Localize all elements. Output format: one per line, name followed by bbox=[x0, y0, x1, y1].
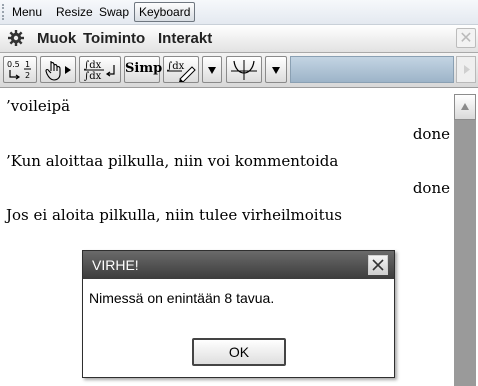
toolbar: 0.5 1 2 ∫dx ∫dx Simp ∫dx bbox=[0, 53, 478, 88]
close-icon[interactable] bbox=[368, 255, 388, 275]
integral-fraction-icon: ∫dx ∫dx bbox=[84, 60, 115, 82]
svg-text:∫dx: ∫dx bbox=[167, 61, 185, 72]
triangle-down-icon bbox=[208, 67, 216, 74]
gear-icon[interactable] bbox=[7, 29, 25, 47]
integral-button[interactable]: ∫dx ∫dx bbox=[79, 56, 121, 83]
triangle-up-icon bbox=[461, 103, 469, 110]
toolbar-scroll-right-button[interactable] bbox=[456, 56, 476, 83]
menu-item-menu[interactable]: Menu bbox=[12, 4, 42, 20]
menu-item-resize[interactable]: Resize bbox=[56, 4, 93, 20]
scroll-up-button[interactable] bbox=[454, 94, 476, 120]
simplify-button[interactable]: Simp bbox=[124, 56, 163, 83]
result-line-2: done bbox=[412, 179, 450, 197]
top-menubar: Menu Resize Swap Keyboard bbox=[0, 0, 478, 25]
hand-play-icon bbox=[45, 61, 71, 81]
svg-text:0.5: 0.5 bbox=[7, 60, 20, 69]
menu-item-swap[interactable]: Swap bbox=[99, 4, 129, 20]
menubar-grip bbox=[2, 4, 8, 20]
menu-item-keyboard[interactable]: Keyboard bbox=[134, 2, 196, 22]
svg-text:1: 1 bbox=[25, 60, 30, 69]
result-line-1: done bbox=[412, 125, 450, 143]
dialog-titlebar: VIRHE! bbox=[83, 251, 394, 279]
dialog-title: VIRHE! bbox=[92, 257, 139, 273]
close-x-glyph bbox=[372, 259, 384, 271]
simplify-label: Simp bbox=[125, 61, 163, 76]
input-line-2[interactable]: ’Kun aloittaa pilkulla, niin voi komment… bbox=[6, 151, 338, 171]
classpad-window: Menu Resize Swap Keyboard Muok Toiminto … bbox=[0, 0, 478, 386]
menu-muok[interactable]: Muok bbox=[37, 29, 76, 48]
execute-button[interactable] bbox=[40, 56, 76, 83]
menu-toiminto[interactable]: Toiminto bbox=[83, 29, 145, 48]
menu-interakt[interactable]: Interakt bbox=[158, 29, 212, 48]
dropdown-button-1[interactable] bbox=[202, 56, 222, 83]
dialog-message: Nimessä on enintään 8 tavua. bbox=[89, 290, 275, 306]
error-dialog: VIRHE! Nimessä on enintään 8 tavua. OK bbox=[82, 250, 395, 378]
integral-edit-button[interactable]: ∫dx bbox=[163, 56, 199, 83]
input-line-3[interactable]: Jos ei aloita pilkulla, niin tulee virhe… bbox=[6, 205, 342, 225]
input-line-1[interactable]: ’voileipä bbox=[6, 96, 70, 116]
triangle-down-icon bbox=[272, 67, 280, 74]
vertical-scrollbar[interactable] bbox=[454, 94, 476, 386]
integral-pencil-icon: ∫dx bbox=[167, 61, 196, 82]
fraction-decimal-toggle-button[interactable]: 0.5 1 2 bbox=[3, 56, 37, 83]
svg-text:∫dx: ∫dx bbox=[84, 60, 102, 71]
toolbar-empty-strip bbox=[290, 56, 454, 83]
fraction-decimal-icon: 0.5 1 2 bbox=[7, 60, 31, 80]
close-icon[interactable]: ✕ bbox=[456, 28, 476, 48]
graph-button[interactable] bbox=[226, 56, 262, 83]
ok-button[interactable]: OK bbox=[192, 338, 286, 366]
svg-text:2: 2 bbox=[25, 71, 30, 80]
triangle-right-icon bbox=[464, 65, 470, 74]
app-menu-bar: Muok Toiminto Interakt ✕ bbox=[0, 25, 478, 53]
svg-text:∫dx: ∫dx bbox=[84, 71, 102, 82]
graph-axes-icon bbox=[231, 60, 257, 80]
dropdown-button-2[interactable] bbox=[265, 56, 287, 83]
